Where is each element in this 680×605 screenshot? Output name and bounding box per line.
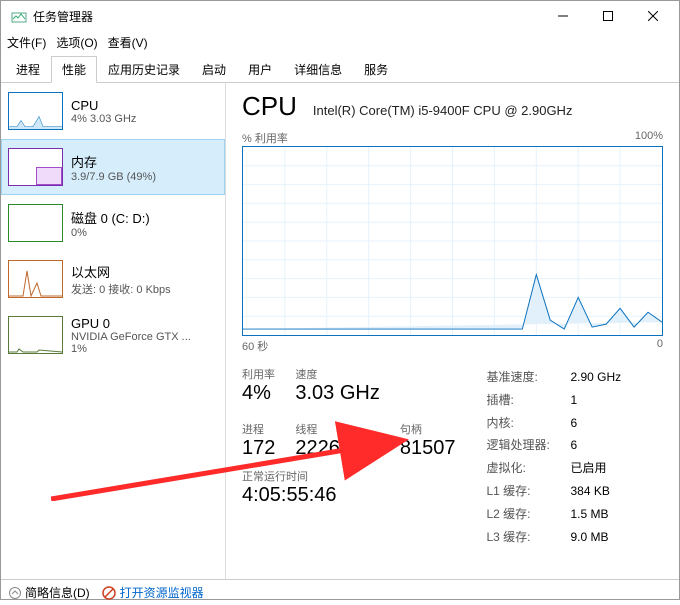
chart-xmin: 60 秒 xyxy=(242,338,268,354)
stat-uptime: 正常运行时间 4:05:55:46 xyxy=(242,468,455,507)
stat-speed: 速度3.03 GHz xyxy=(295,366,379,405)
sidebar-cpu-name: CPU xyxy=(71,98,136,113)
main-title: CPU xyxy=(242,91,297,122)
memory-thumb-chart xyxy=(8,148,63,186)
sidebar-item-cpu[interactable]: CPU 4% 3.03 GHz xyxy=(1,83,225,139)
sidebar-memory-label: 内存 3.9/7.9 GB (49%) xyxy=(71,148,156,186)
tab-services[interactable]: 服务 xyxy=(353,56,399,83)
chart-label-util: % 利用率 xyxy=(242,130,288,146)
close-button[interactable] xyxy=(630,1,675,31)
menu-file[interactable]: 文件(F) xyxy=(7,34,46,51)
stats-area: 利用率4% 速度3.03 GHz 进程172 线程2226 句柄81507 正常… xyxy=(242,366,663,548)
sidebar-ethernet-name: 以太网 xyxy=(71,262,171,281)
chart-top-labels: % 利用率 100% xyxy=(242,130,663,146)
left-stats: 利用率4% 速度3.03 GHz 进程172 线程2226 句柄81507 正常… xyxy=(242,366,455,548)
sidebar-ethernet-label: 以太网 发送: 0 接收: 0 Kbps xyxy=(71,260,171,298)
cpu-utilization-chart[interactable] xyxy=(242,146,663,336)
open-resource-monitor-link[interactable]: 打开资源监视器 xyxy=(102,584,204,601)
sidebar-cpu-value: 4% 3.03 GHz xyxy=(71,113,136,125)
chart-bottom-labels: 60 秒 0 xyxy=(242,338,663,354)
row-base-speed: 基准速度:2.90 GHz xyxy=(486,366,621,389)
minimize-button[interactable] xyxy=(540,1,585,31)
task-manager-window: 任务管理器 文件(F) 选项(O) 查看(V) 进程 性能 应用历史记录 启动 … xyxy=(0,0,680,600)
tab-app-history[interactable]: 应用历史记录 xyxy=(97,56,191,83)
sidebar-gpu-name: GPU 0 xyxy=(71,316,191,331)
fewer-details-button[interactable]: 简略信息(D) xyxy=(9,584,90,601)
resmon-icon xyxy=(102,586,116,600)
row-cores: 内核:6 xyxy=(486,412,621,435)
sidebar-disk-name: 磁盘 0 (C: D:) xyxy=(71,208,150,227)
gpu-thumb-chart xyxy=(8,316,63,354)
row-l2-cache: L2 缓存:1.5 MB xyxy=(486,503,621,526)
sidebar-gpu-label: GPU 0 NVIDIA GeForce GTX ... 1% xyxy=(71,316,191,355)
menu-view[interactable]: 查看(V) xyxy=(108,34,148,51)
ethernet-thumb-chart xyxy=(8,260,63,298)
menubar: 文件(F) 选项(O) 查看(V) xyxy=(1,31,679,53)
stat-processes: 进程172 xyxy=(242,421,275,460)
tab-users[interactable]: 用户 xyxy=(237,56,283,83)
content: CPU 4% 3.03 GHz 内存 3.9/7.9 GB (49%) 磁盘 0… xyxy=(1,83,679,579)
tab-details[interactable]: 详细信息 xyxy=(283,56,353,83)
row-l3-cache: L3 缓存:9.0 MB xyxy=(486,526,621,549)
sidebar-item-memory[interactable]: 内存 3.9/7.9 GB (49%) xyxy=(1,139,225,195)
cpu-model: Intel(R) Core(TM) i5-9400F CPU @ 2.90GHz xyxy=(313,103,573,118)
cpu-thumb-chart xyxy=(8,92,63,130)
window-controls xyxy=(540,1,675,31)
sidebar-memory-value: 3.9/7.9 GB (49%) xyxy=(71,171,156,183)
footer: 简略信息(D) 打开资源监视器 xyxy=(1,579,679,605)
sidebar-gpu-model: NVIDIA GeForce GTX ... xyxy=(71,331,191,343)
sidebar-ethernet-value: 发送: 0 接收: 0 Kbps xyxy=(71,281,171,297)
sidebar-item-ethernet[interactable]: 以太网 发送: 0 接收: 0 Kbps xyxy=(1,251,225,307)
main-panel: CPU Intel(R) Core(TM) i5-9400F CPU @ 2.9… xyxy=(226,83,679,579)
row-logical-processors: 逻辑处理器:6 xyxy=(486,434,621,457)
titlebar: 任务管理器 xyxy=(1,1,679,31)
sidebar-disk-value: 0% xyxy=(71,227,150,239)
menu-options[interactable]: 选项(O) xyxy=(56,34,97,51)
stat-utilization: 利用率4% xyxy=(242,366,275,405)
chart-label-max: 100% xyxy=(635,130,663,146)
row-virtualization: 虚拟化:已启用 xyxy=(486,457,621,480)
tab-processes[interactable]: 进程 xyxy=(5,56,51,83)
header: CPU Intel(R) Core(TM) i5-9400F CPU @ 2.9… xyxy=(242,91,663,122)
app-icon xyxy=(11,8,27,24)
right-stats: 基准速度:2.90 GHz 插槽:1 内核:6 逻辑处理器:6 虚拟化:已启用 … xyxy=(485,366,621,548)
sidebar-item-disk[interactable]: 磁盘 0 (C: D:) 0% xyxy=(1,195,225,251)
sidebar-disk-label: 磁盘 0 (C: D:) 0% xyxy=(71,204,150,242)
sidebar-item-gpu[interactable]: GPU 0 NVIDIA GeForce GTX ... 1% xyxy=(1,307,225,364)
window-title: 任务管理器 xyxy=(33,8,540,25)
sidebar-cpu-label: CPU 4% 3.03 GHz xyxy=(71,92,136,130)
chart-xmax: 0 xyxy=(657,338,663,354)
tab-startup[interactable]: 启动 xyxy=(191,56,237,83)
sidebar-memory-name: 内存 xyxy=(71,152,156,171)
disk-thumb-chart xyxy=(8,204,63,242)
tab-performance[interactable]: 性能 xyxy=(51,56,97,83)
sidebar-gpu-value: 1% xyxy=(71,343,191,355)
row-sockets: 插槽:1 xyxy=(486,389,621,412)
chevron-up-icon xyxy=(9,587,21,599)
stat-threads: 线程2226 xyxy=(295,421,379,460)
stat-handles: 句柄81507 xyxy=(400,421,456,460)
sidebar: CPU 4% 3.03 GHz 内存 3.9/7.9 GB (49%) 磁盘 0… xyxy=(1,83,226,579)
row-l1-cache: L1 缓存:384 KB xyxy=(486,480,621,503)
maximize-button[interactable] xyxy=(585,1,630,31)
tabs: 进程 性能 应用历史记录 启动 用户 详细信息 服务 xyxy=(1,55,679,83)
